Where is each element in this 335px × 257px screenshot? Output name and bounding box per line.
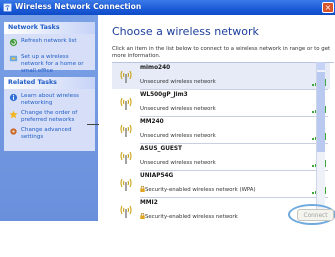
scroll-up-icon[interactable]: [317, 62, 325, 70]
setup-wizard-icon: [9, 55, 18, 62]
network-row[interactable]: MM240 Unsecured wireless network: [112, 117, 330, 143]
title-bar: Wireless Network Connection ×: [0, 0, 335, 15]
wireless-antenna-icon: [120, 178, 132, 191]
related-tasks-panel: Related Tasks Learn about wireless netwo…: [4, 77, 95, 151]
wireless-antenna-icon: [120, 151, 132, 164]
network-row[interactable]: UNIAP54G Security-enabled wireless netwo…: [112, 171, 330, 197]
page-title: Choose a wireless network: [112, 25, 259, 38]
network-ssid: mimo240: [140, 65, 171, 71]
network-tasks-panel: Network Tasks Refresh network list Set u…: [4, 22, 95, 74]
refresh-icon: [9, 38, 18, 47]
related-tasks-header: Related Tasks: [4, 77, 95, 89]
scroll-thumb[interactable]: [317, 72, 325, 152]
network-row[interactable]: ASUS_GUEST Unsecured wireless network: [112, 144, 330, 170]
network-ssid: MM240: [140, 119, 164, 125]
task-label: Set up a wireless network for a home or …: [21, 54, 84, 74]
task-label: Refresh network list: [21, 38, 77, 44]
wireless-antenna-icon: [120, 70, 132, 83]
network-row[interactable]: WL500gP_Jim3 Unsecured wireless network: [112, 90, 330, 116]
settings-icon: [10, 128, 17, 135]
network-row[interactable]: mimo240 Unsecured wireless network: [112, 63, 330, 89]
task-label: Change the order of preferred networks: [21, 110, 78, 123]
network-status: Unsecured wireless network: [140, 133, 216, 139]
wireless-icon: [3, 3, 12, 12]
info-icon: [9, 93, 18, 102]
network-status: Unsecured wireless network: [140, 106, 216, 112]
instructions-text: Click an item in the list below to conne…: [112, 46, 331, 59]
star-icon: [9, 110, 18, 119]
network-ssid: MMI2: [140, 200, 158, 206]
close-button[interactable]: ×: [322, 2, 334, 13]
network-ssid: UNIAP54G: [140, 173, 174, 179]
network-status: Security-enabled wireless network: [145, 214, 238, 220]
wireless-antenna-icon: [120, 97, 132, 110]
left-task-pane: Network Tasks Refresh network list Set u…: [0, 15, 98, 221]
network-list-scrollbar[interactable]: [316, 62, 325, 220]
connect-button[interactable]: Connect: [297, 209, 334, 221]
task-label: Change advanced settings: [21, 127, 72, 140]
callout-line: [87, 124, 99, 125]
network-status: Unsecured wireless network: [140, 160, 216, 166]
wireless-antenna-icon: [120, 124, 132, 137]
network-ssid: WL500gP_Jim3: [140, 92, 188, 98]
window-title: Wireless Network Connection: [15, 2, 142, 11]
network-ssid: ASUS_GUEST: [140, 146, 182, 152]
screenshot: Wireless Network Connection × Network Ta…: [0, 0, 335, 257]
wireless-antenna-icon: [120, 205, 132, 218]
network-tasks-header: Network Tasks: [4, 22, 95, 34]
task-label: Learn about wireless networking: [21, 93, 79, 106]
network-status: Unsecured wireless network: [140, 79, 216, 85]
network-status: Security-enabled wireless network (WPA): [145, 187, 256, 193]
